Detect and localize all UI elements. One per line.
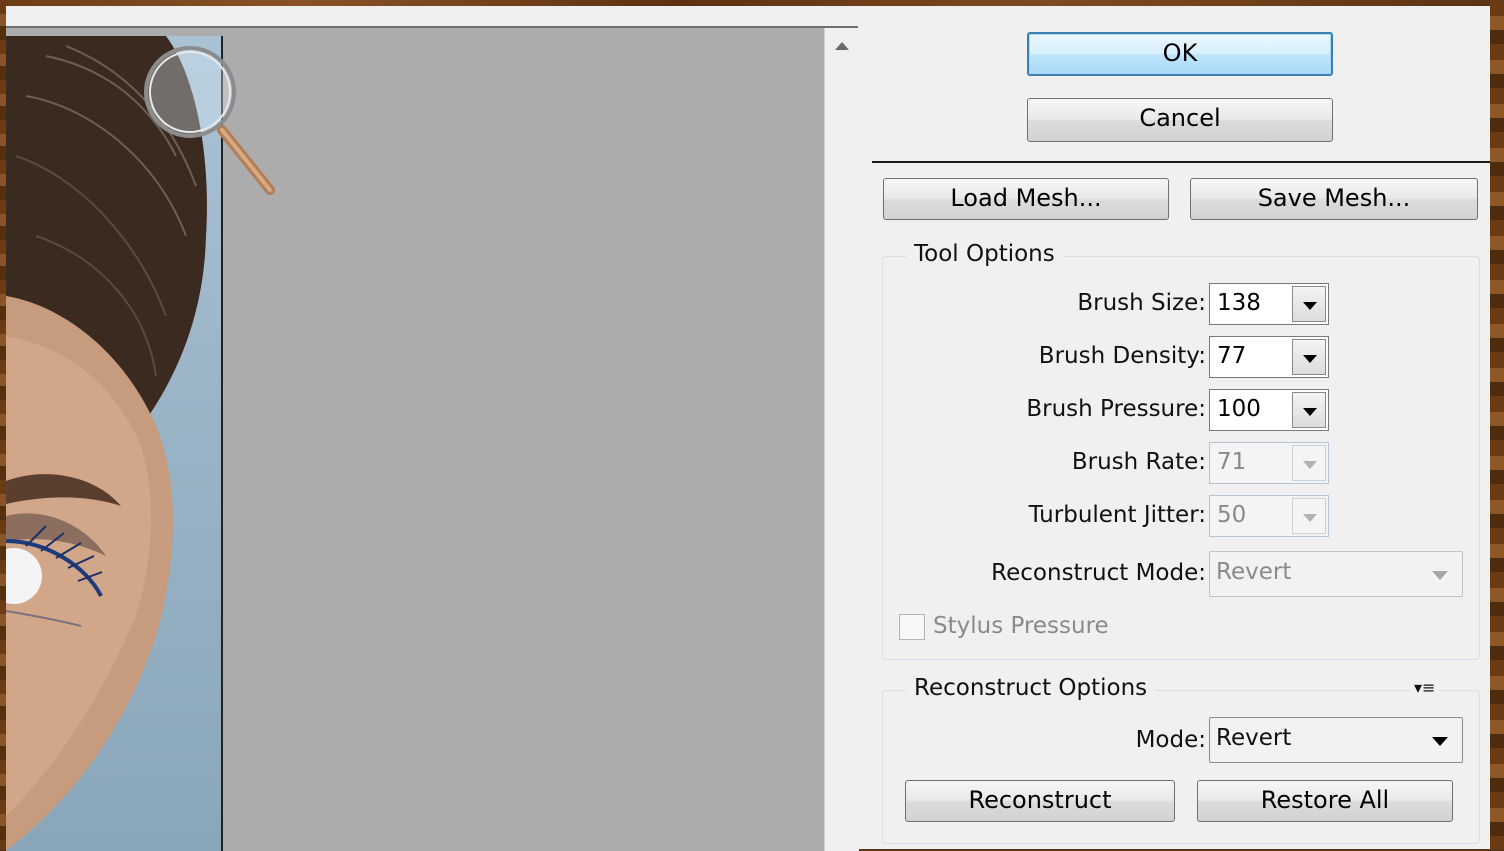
tool-options-title: Tool Options <box>906 241 1063 267</box>
mode-label: Mode: <box>1135 727 1206 753</box>
brush-density-combo[interactable]: 77 <box>1209 336 1329 378</box>
mode-value[interactable]: Revert <box>1216 725 1291 751</box>
reconstruct-mode-label: Reconstruct Mode: <box>991 560 1206 586</box>
save-mesh-button[interactable]: Save Mesh... <box>1190 178 1478 220</box>
stylus-pressure-label: Stylus Pressure <box>933 613 1109 639</box>
brush-density-dropdown-button[interactable] <box>1292 339 1326 375</box>
brush-pressure-label: Brush Pressure: <box>1026 396 1206 422</box>
reconstruct-button[interactable]: Reconstruct <box>905 780 1175 822</box>
turbulent-jitter-label: Turbulent Jitter: <box>1028 502 1206 528</box>
brush-density-label: Brush Density: <box>1038 343 1206 369</box>
brush-pressure-value[interactable]: 100 <box>1217 396 1261 422</box>
turbulent-jitter-dropdown-button <box>1292 498 1326 534</box>
brush-rate-combo: 71 <box>1209 442 1329 484</box>
reconstruct-mode-select: Revert <box>1209 551 1463 597</box>
turbulent-jitter-combo: 50 <box>1209 495 1329 537</box>
preview-canvas[interactable] <box>6 26 859 851</box>
brush-density-value[interactable]: 77 <box>1217 343 1246 369</box>
cancel-button[interactable]: Cancel <box>1027 98 1333 142</box>
preview-vertical-scrollbar[interactable] <box>824 28 859 851</box>
magnifier-icon <box>144 46 275 195</box>
reconstruct-options-title: Reconstruct Options <box>906 675 1156 701</box>
chevron-down-icon <box>1432 571 1448 580</box>
brush-size-value[interactable]: 138 <box>1217 290 1261 316</box>
divider <box>872 161 1490 163</box>
brush-rate-dropdown-button <box>1292 445 1326 481</box>
brush-size-dropdown-button[interactable] <box>1292 286 1326 322</box>
stylus-pressure-checkbox <box>899 614 925 640</box>
ok-button[interactable]: OK <box>1027 32 1333 76</box>
liquify-dialog: OK Cancel Load Mesh... Save Mesh... Tool… <box>6 6 1490 851</box>
restore-all-button[interactable]: Restore All <box>1197 780 1453 822</box>
mode-select[interactable]: Revert <box>1209 717 1463 763</box>
scroll-up-arrow-icon[interactable] <box>835 42 849 50</box>
brush-size-combo[interactable]: 138 <box>1209 283 1329 325</box>
chevron-down-icon <box>1432 737 1448 746</box>
reconstruct-mode-value: Revert <box>1216 559 1292 585</box>
chevron-down-icon <box>1303 461 1317 469</box>
turbulent-jitter-value: 50 <box>1217 502 1247 528</box>
brush-rate-label: Brush Rate: <box>1071 449 1206 475</box>
chevron-down-icon <box>1303 355 1317 363</box>
chevron-down-icon <box>1303 302 1317 310</box>
load-mesh-button[interactable]: Load Mesh... <box>883 178 1169 220</box>
desktop-frame-right <box>1490 0 1504 849</box>
brush-size-label: Brush Size: <box>1077 290 1206 316</box>
control-panel: OK Cancel Load Mesh... Save Mesh... Tool… <box>872 6 1490 849</box>
chevron-down-icon <box>1303 514 1317 522</box>
panel-menu-icon[interactable]: ▾≡ <box>1410 678 1440 697</box>
chevron-down-icon <box>1303 408 1317 416</box>
brush-rate-value: 71 <box>1217 449 1247 475</box>
brush-pressure-dropdown-button[interactable] <box>1292 392 1326 428</box>
brush-pressure-combo[interactable]: 100 <box>1209 389 1329 431</box>
